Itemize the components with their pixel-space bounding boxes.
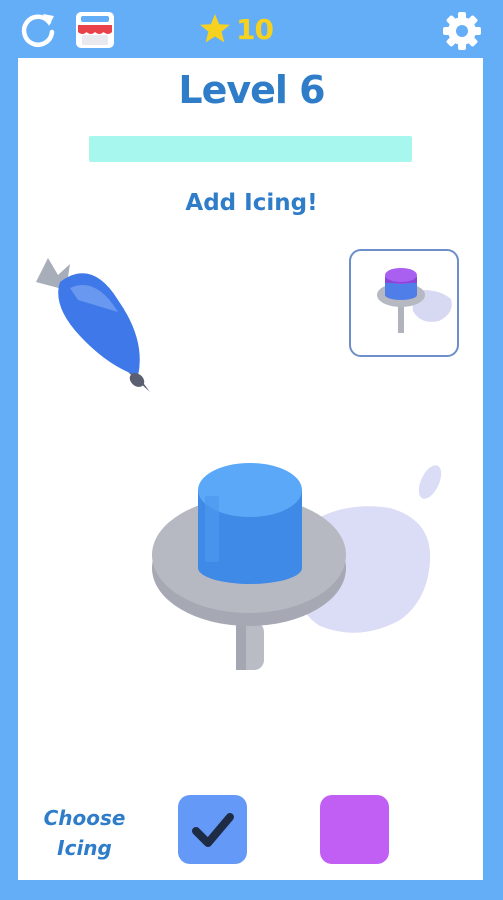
piping-bag-icon[interactable] <box>36 258 150 392</box>
choose-label-line2: Icing <box>57 836 112 860</box>
choose-icing-label: Choose Icing <box>32 803 137 863</box>
target-cake-preview <box>349 249 459 357</box>
checkmark-icon <box>192 813 234 847</box>
icing-swatch-purple[interactable] <box>320 795 389 864</box>
icing-swatch-blue[interactable] <box>178 795 247 864</box>
game-scene[interactable] <box>0 0 503 900</box>
target-cake-icon <box>377 268 452 333</box>
choose-label-line1: Choose <box>43 806 126 830</box>
cake <box>198 463 302 584</box>
